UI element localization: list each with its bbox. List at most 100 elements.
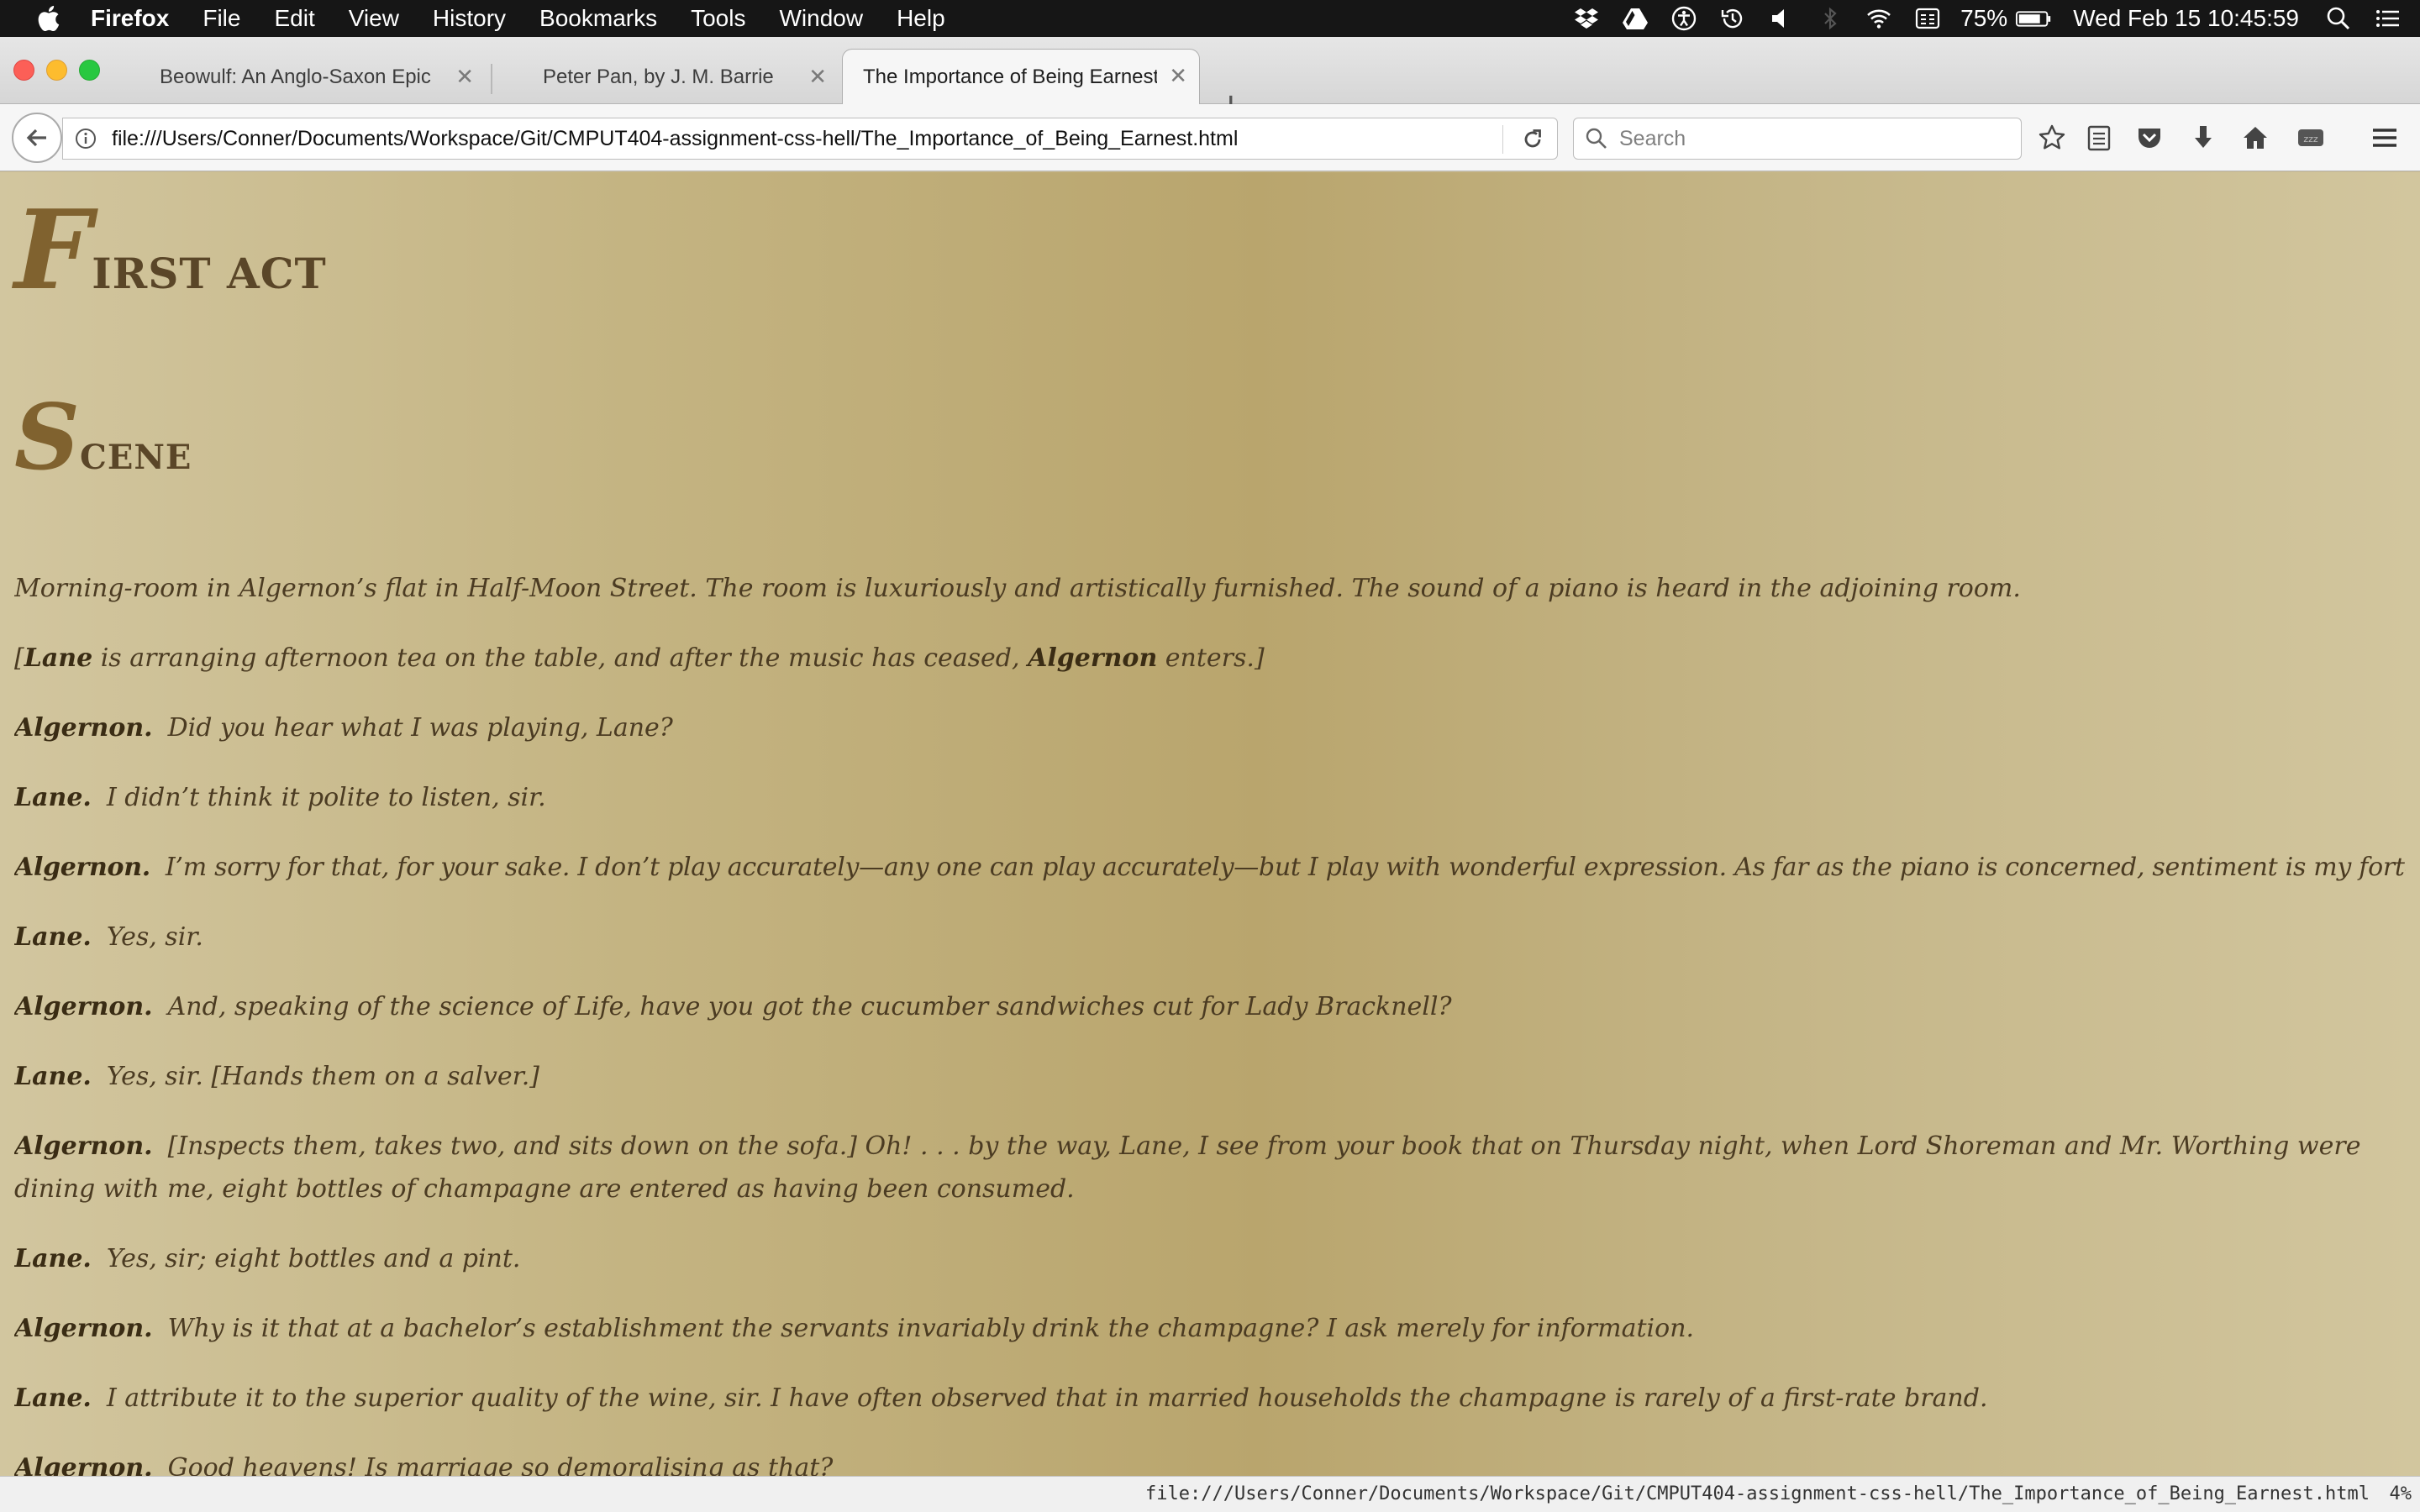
volume-icon[interactable] [1767, 4, 1796, 33]
speaker-name: Lane. [14, 783, 92, 812]
speaker-name: Algernon. [14, 1131, 153, 1161]
hamburger-menu-icon[interactable] [2368, 121, 2402, 155]
status-bar: file:///Users/Conner/Documents/Workspace… [0, 1476, 2420, 1512]
menu-tools[interactable]: Tools [691, 5, 745, 32]
tab-close-icon[interactable]: ✕ [808, 64, 827, 90]
time-machine-icon[interactable] [1718, 4, 1747, 33]
wifi-icon[interactable] [1865, 4, 1893, 33]
reload-icon[interactable] [1518, 125, 1547, 154]
speaker-name: Lane. [14, 922, 92, 952]
home-icon[interactable] [2238, 121, 2272, 155]
dialogue-line: Lane. I didn’t think it polite to listen,… [14, 776, 2406, 819]
act-initial-letter: F [14, 186, 92, 314]
menu-view[interactable]: View [349, 5, 399, 32]
character-name-lane: Lane [24, 643, 93, 673]
menu-file[interactable]: File [203, 5, 240, 32]
line-text: I didn’t think it polite to listen, sir. [106, 783, 546, 812]
url-bar-divider [1502, 125, 1503, 154]
speaker-name: Algernon. [14, 853, 150, 882]
dialogue-line: Lane. Yes, sir. [14, 916, 2406, 958]
entrance-direction: [Lane is arranging afternoon tea on the … [14, 637, 2406, 680]
scene-heading-text: cene [80, 438, 192, 477]
zoom-level: 4% [2389, 1483, 2412, 1504]
window-close-button[interactable] [13, 60, 34, 81]
battery-percentage[interactable]: 75% [1960, 5, 2007, 32]
line-text: Why is it that at a bachelor’s establish… [167, 1314, 1695, 1343]
speaker-name: Lane. [14, 1383, 92, 1413]
act-heading: First act [14, 196, 327, 305]
speaker-name: Algernon. [14, 713, 153, 743]
tab-close-icon[interactable]: ✕ [1169, 63, 1187, 89]
character-name-algernon: Algernon [1028, 643, 1158, 673]
url-bar[interactable]: file:///Users/Conner/Documents/Workspace… [62, 118, 1558, 160]
speaker-name: Algernon. [14, 1314, 153, 1343]
tab-title: Peter Pan, by J. M. Barrie [543, 66, 774, 88]
window-minimize-button[interactable] [46, 60, 67, 81]
speaker-name: Algernon. [14, 992, 153, 1021]
extension-icon[interactable]: zzz [2294, 121, 2328, 155]
stage-direction: Morning-room in Algernon’s flat in Half-… [14, 574, 2021, 603]
spotlight-search-icon[interactable] [2324, 4, 2353, 33]
dialogue-line: Algernon. I’m sorry for that, for your sa… [14, 846, 2406, 889]
tab-strip: Beowulf: An Anglo-Saxon Epic ... ✕ Peter… [0, 37, 2420, 123]
menu-bookmarks[interactable]: Bookmarks [539, 5, 657, 32]
dialogue-line: Algernon. Why is it that at a bachelor’s … [14, 1307, 2406, 1350]
bluetooth-icon[interactable] [1816, 4, 1844, 33]
scene-initial-letter: S [14, 385, 80, 491]
svg-text:zzz: zzz [2303, 134, 2318, 144]
scene-heading: Scene [14, 392, 192, 483]
tab-title: Beowulf: An Anglo-Saxon Epic ... [160, 66, 437, 88]
speaker-name: Algernon. [14, 1453, 153, 1476]
notification-center-icon[interactable] [2373, 4, 2402, 33]
battery-icon[interactable] [2014, 4, 2054, 33]
back-arrow-icon [26, 129, 46, 147]
line-text: Did you hear what I was playing, Lane? [167, 713, 673, 743]
dialogue-line: Algernon. Did you hear what I was playing… [14, 706, 2406, 749]
tab-importance-of-being-earnest[interactable]: The Importance of Being Earnest ✕ [842, 49, 1200, 105]
menu-help[interactable]: Help [897, 5, 945, 32]
speaker-name: Lane. [14, 1244, 92, 1273]
dialogue-line: Lane. Yes, sir. [Hands them on a salver.] [14, 1055, 2406, 1098]
line-text: Yes, sir. [106, 922, 203, 952]
bracket-open: [ [14, 643, 24, 673]
line-text: And, speaking of the science of Life, ha… [167, 992, 1452, 1021]
dialogue-line: Lane. I attribute it to the superior qual… [14, 1377, 2406, 1420]
entrance-text: is arranging afternoon tea on the table,… [92, 643, 1028, 673]
status-menu-area: 75% Wed Feb 15 10:45:59 [1552, 0, 2402, 37]
google-drive-icon[interactable] [1621, 4, 1649, 33]
tab-beowulf[interactable]: Beowulf: An Anglo-Saxon Epic ... ✕ [141, 54, 486, 101]
reading-list-icon[interactable] [2082, 121, 2116, 155]
dialogue-line: Lane. Yes, sir; eight bottles and a pint. [14, 1237, 2406, 1280]
window-zoom-button[interactable] [79, 60, 100, 81]
menu-edit[interactable]: Edit [274, 5, 314, 32]
line-text: I attribute it to the superior quality o… [106, 1383, 1988, 1413]
line-text: Yes, sir. [Hands them on a salver.] [106, 1062, 539, 1091]
search-bar[interactable] [1573, 118, 2022, 160]
apple-logo-icon[interactable] [35, 4, 60, 33]
search-icon [1586, 128, 1607, 149]
dropbox-icon[interactable] [1572, 4, 1601, 33]
input-source-icon[interactable] [1913, 4, 1942, 33]
back-button[interactable] [12, 113, 62, 163]
downloads-icon[interactable] [2186, 121, 2220, 155]
search-input[interactable] [1619, 126, 2006, 151]
bookmark-star-icon[interactable] [2035, 121, 2069, 155]
clock[interactable]: Wed Feb 15 10:45:59 [2073, 5, 2299, 32]
speaker-name: Lane. [14, 1062, 92, 1091]
menu-history[interactable]: History [433, 5, 506, 32]
entrance-close: enters.] [1157, 643, 1265, 673]
tab-close-icon[interactable]: ✕ [455, 64, 474, 90]
site-info-icon[interactable] [71, 124, 100, 153]
navigation-toolbar: file:///Users/Conner/Documents/Workspace… [0, 104, 2420, 171]
line-text: Yes, sir; eight bottles and a pint. [106, 1244, 521, 1273]
accessibility-icon[interactable] [1670, 4, 1698, 33]
tab-separator [491, 64, 492, 94]
menu-window[interactable]: Window [779, 5, 863, 32]
tab-peter-pan[interactable]: Peter Pan, by J. M. Barrie ✕ [519, 54, 839, 101]
app-menu-firefox[interactable]: Firefox [91, 5, 169, 32]
url-text[interactable]: file:///Users/Conner/Documents/Workspace… [112, 127, 1238, 151]
act-heading-text: irst act [92, 249, 327, 298]
line-text: Good heavens! Is marriage so demoralisin… [167, 1453, 834, 1476]
line-text: I’m sorry for that, for your sake. I don… [165, 853, 2406, 882]
pocket-icon[interactable] [2133, 121, 2166, 155]
